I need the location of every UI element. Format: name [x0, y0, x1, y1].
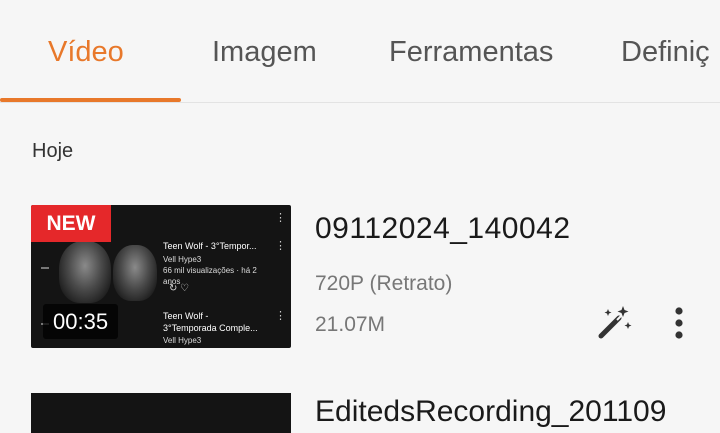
- thumbnail-video1-title: Teen Wolf - 3°Tempor...: [163, 241, 257, 251]
- list-item[interactable]: EditedsRecording_201109: [0, 385, 720, 433]
- tab-settings[interactable]: Definiç: [621, 36, 710, 69]
- video-title: 09112024_140042: [315, 212, 571, 245]
- more-vertical-icon[interactable]: [664, 303, 694, 343]
- new-badge: NEW: [31, 205, 111, 242]
- thumbnail-video2-subtitle: 3°Temporada Comple...: [163, 323, 258, 333]
- thumbnail-face-right: [113, 245, 157, 301]
- thumbnail-more-icon: ⋮: [275, 240, 286, 252]
- thumbnail-share-icon: ↻ ♡: [169, 283, 190, 294]
- video-thumbnail[interactable]: Teen Wolf - 3°Tempor... Vell Hype3 66 mi…: [31, 205, 291, 348]
- thumbnail-video2-title: Teen Wolf -: [163, 311, 209, 321]
- active-tab-indicator: [0, 98, 181, 102]
- tab-bar: Vídeo Imagem Ferramentas Definiç: [0, 0, 720, 103]
- tab-video[interactable]: Vídeo: [48, 36, 124, 69]
- magic-wand-icon[interactable]: [595, 302, 635, 342]
- section-label-today: Hoje: [32, 140, 74, 162]
- video-title: EditedsRecording_201109: [315, 395, 667, 428]
- list-item[interactable]: Teen Wolf - 3°Tempor... Vell Hype3 66 mi…: [0, 190, 720, 362]
- tab-image[interactable]: Imagem: [212, 36, 317, 69]
- thumbnail-video1-stats: 66 mil visualizações · há 2: [163, 266, 257, 275]
- tab-tools[interactable]: Ferramentas: [389, 36, 553, 69]
- thumbnail-progress-line: [41, 267, 49, 269]
- thumbnail-video2-channel: Vell Hype3: [163, 336, 202, 345]
- thumbnail-video1-channel: Vell Hype3: [163, 255, 202, 264]
- duration-label: 00:35: [43, 304, 119, 339]
- video-resolution: 720P (Retrato): [315, 272, 453, 295]
- video-size: 21.07M: [315, 313, 386, 336]
- thumbnail-more-icon: ⋮: [275, 212, 286, 224]
- thumbnail-more-icon: ⋮: [275, 310, 286, 322]
- thumbnail-face-left: [59, 241, 111, 303]
- video-thumbnail[interactable]: [31, 393, 291, 433]
